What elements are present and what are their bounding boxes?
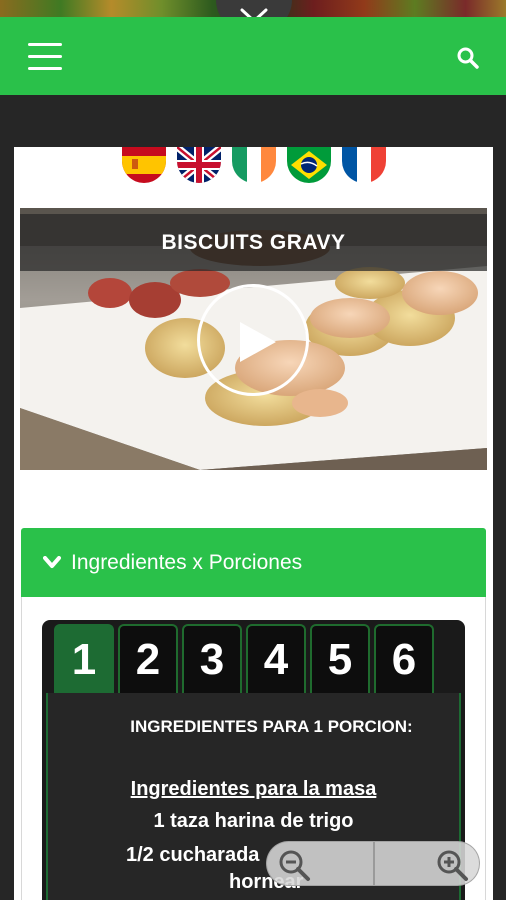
ingredient-line: 1 taza harina de trigo	[153, 810, 354, 832]
portion-tab-5[interactable]: 5	[310, 624, 370, 694]
portion-tab-6[interactable]: 6	[374, 624, 434, 694]
top-food-banner	[0, 0, 506, 32]
brazil-flag-icon[interactable]	[286, 147, 331, 183]
search-icon[interactable]	[456, 46, 480, 70]
ingredient-line: 1/2 cucharada	[126, 844, 260, 866]
zoom-in-icon	[437, 850, 468, 881]
dough-section-title: Ingredientes para la masa	[130, 778, 377, 800]
portion-tab-4[interactable]: 4	[246, 624, 306, 694]
zoom-out-icon	[279, 850, 310, 881]
uk-flag-icon[interactable]	[176, 147, 221, 183]
france-flag-icon[interactable]	[341, 147, 386, 183]
language-selector	[14, 147, 493, 187]
zoom-in-button[interactable]	[372, 842, 479, 885]
ingredients-header-label: Ingredientes x Porciones	[71, 550, 303, 574]
play-icon[interactable]	[197, 284, 309, 396]
recipe-video[interactable]: BISCUITS GRAVY	[20, 208, 487, 470]
chevron-down-icon	[43, 555, 61, 568]
portion-tab-3[interactable]: 3	[182, 624, 242, 694]
ingredients-accordion-header[interactable]: Ingredientes x Porciones	[21, 528, 486, 597]
portion-tab-2[interactable]: 2	[118, 624, 178, 694]
panel-title: INGREDIENTES PARA 1 PORCION:	[130, 717, 413, 736]
hamburger-menu-icon[interactable]	[28, 43, 62, 71]
ireland-flag-icon[interactable]	[231, 147, 276, 183]
spanish-flag-icon[interactable]	[121, 147, 166, 183]
video-title: BISCUITS GRAVY	[161, 230, 346, 254]
video-title-band: BISCUITS GRAVY	[20, 214, 487, 271]
zoom-controls	[266, 841, 480, 886]
app-header	[0, 17, 506, 95]
portion-tab-1[interactable]: 1	[54, 624, 114, 694]
zoom-out-button[interactable]	[267, 842, 373, 885]
portion-tabs: 1 2 3 4 5 6	[54, 624, 434, 694]
recipe-card: BISCUITS GRAVY Ingredientes x Porciones …	[14, 147, 493, 900]
